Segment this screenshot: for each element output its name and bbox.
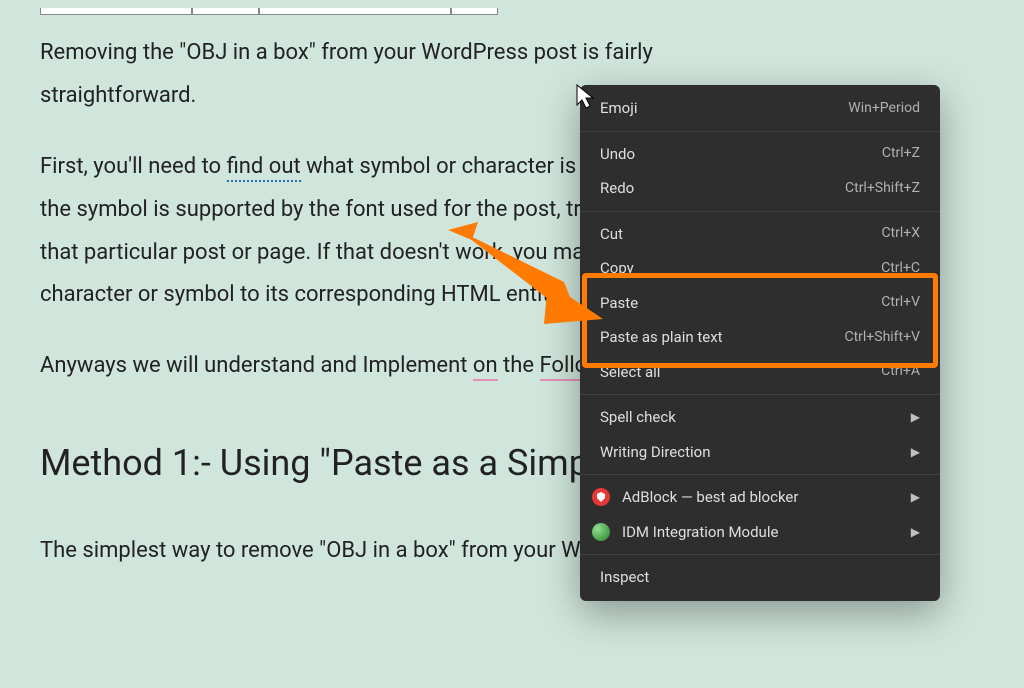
menu-item-shortcut: Win+Period bbox=[848, 98, 920, 119]
menu-item-inspect[interactable]: Inspect bbox=[580, 560, 940, 595]
menu-item-shortcut: Ctrl+V bbox=[881, 292, 920, 313]
menu-item-shortcut: Ctrl+Z bbox=[882, 143, 920, 164]
menu-item-adblock-best-ad-blocker[interactable]: AdBlock — best ad blocker ▶ bbox=[580, 480, 940, 515]
menu-item-shortcut: Ctrl+C bbox=[881, 258, 920, 279]
menu-separator bbox=[580, 554, 940, 555]
submenu-arrow-icon: ▶ bbox=[911, 443, 920, 461]
menu-item-label: AdBlock — best ad blocker bbox=[622, 486, 903, 509]
grammar-error: on bbox=[473, 353, 498, 381]
menu-separator bbox=[580, 131, 940, 132]
menu-item-label: Paste bbox=[600, 292, 881, 315]
menu-item-label: Inspect bbox=[600, 566, 920, 589]
table-border-remnant bbox=[40, 0, 500, 8]
menu-item-label: Undo bbox=[600, 143, 882, 166]
submenu-arrow-icon: ▶ bbox=[911, 488, 920, 506]
menu-item-shortcut: Ctrl+A bbox=[881, 361, 920, 382]
menu-item-undo[interactable]: UndoCtrl+Z bbox=[580, 137, 940, 172]
link-find-out[interactable]: find out bbox=[227, 154, 301, 182]
text: the bbox=[498, 353, 540, 378]
idm-icon bbox=[592, 523, 610, 541]
menu-separator bbox=[580, 394, 940, 395]
menu-item-label: Paste as plain text bbox=[600, 326, 844, 349]
text: First, you'll need to bbox=[40, 154, 227, 179]
menu-item-select-all[interactable]: Select allCtrl+A bbox=[580, 355, 940, 390]
menu-item-label: IDM Integration Module bbox=[622, 521, 903, 544]
menu-item-idm-integration-module[interactable]: IDM Integration Module ▶ bbox=[580, 515, 940, 550]
menu-item-label: Select all bbox=[600, 361, 881, 384]
menu-item-writing-direction[interactable]: Writing Direction ▶ bbox=[580, 435, 940, 470]
submenu-arrow-icon: ▶ bbox=[911, 408, 920, 426]
adblock-icon bbox=[592, 488, 610, 506]
menu-item-spell-check[interactable]: Spell check ▶ bbox=[580, 400, 940, 435]
text: Anyways we will understand and Implement bbox=[40, 353, 473, 378]
menu-item-shortcut: Ctrl+Shift+V bbox=[844, 327, 920, 348]
menu-item-label: Emoji bbox=[600, 97, 848, 120]
menu-item-label: Redo bbox=[600, 177, 845, 200]
menu-item-label: Copy bbox=[600, 257, 881, 280]
menu-item-shortcut: Ctrl+X bbox=[881, 223, 920, 244]
menu-item-label: Writing Direction bbox=[600, 441, 903, 464]
menu-item-paste[interactable]: PasteCtrl+V bbox=[580, 286, 940, 321]
menu-separator bbox=[580, 211, 940, 212]
submenu-arrow-icon: ▶ bbox=[911, 523, 920, 541]
menu-item-paste-as-plain-text[interactable]: Paste as plain textCtrl+Shift+V bbox=[580, 320, 940, 355]
menu-item-label: Cut bbox=[600, 223, 881, 246]
menu-item-cut[interactable]: CutCtrl+X bbox=[580, 217, 940, 252]
menu-item-shortcut: Ctrl+Shift+Z bbox=[845, 178, 920, 199]
menu-item-redo[interactable]: RedoCtrl+Shift+Z bbox=[580, 171, 940, 206]
menu-item-emoji[interactable]: EmojiWin+Period bbox=[580, 91, 940, 126]
menu-item-label: Spell check bbox=[600, 406, 903, 429]
menu-item-copy[interactable]: CopyCtrl+C bbox=[580, 251, 940, 286]
menu-separator bbox=[580, 474, 940, 475]
context-menu: EmojiWin+PeriodUndoCtrl+ZRedoCtrl+Shift+… bbox=[580, 85, 940, 601]
